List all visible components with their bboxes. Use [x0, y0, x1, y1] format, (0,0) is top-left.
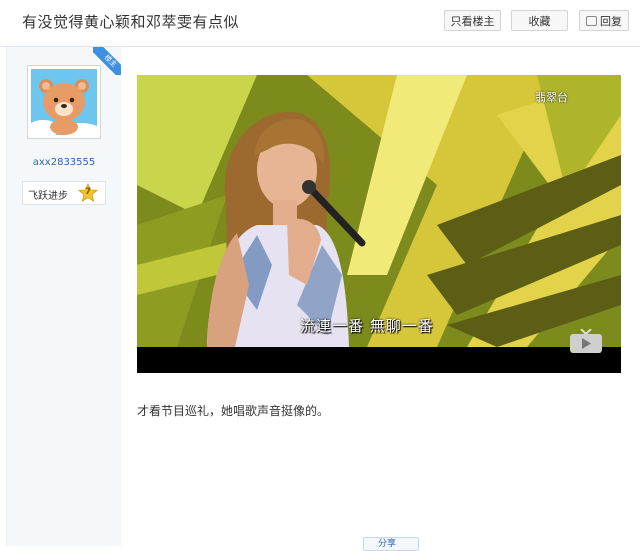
reply-icon: [586, 16, 597, 26]
share-label: 分享: [378, 539, 397, 549]
rank-title: 飞跃进步: [28, 191, 68, 202]
thread-header: 有没觉得黄心颖和邓萃雯有点似 只看楼主 收藏 回复: [0, 0, 640, 47]
reply-button[interactable]: 回复: [579, 10, 629, 31]
channel-label: 翡翠台: [535, 91, 568, 104]
video-subtitle: 流連一番 無聊一番: [300, 317, 434, 335]
embedded-video[interactable]: 翡翠台 流連一番 無聊一番: [137, 75, 621, 373]
post-body: 才看节目巡礼，她唱歌声音挺像的。: [137, 404, 330, 418]
tv-icon[interactable]: [569, 329, 603, 354]
rank-level: 7: [84, 187, 92, 197]
level-star-icon: 7: [77, 182, 99, 203]
author-username[interactable]: axx2833555: [7, 157, 121, 168]
bear-avatar-icon: [31, 69, 97, 135]
share-button[interactable]: 分享: [363, 537, 419, 551]
only-op-button[interactable]: 只看楼主: [444, 10, 501, 31]
author-sidebar: 楼主 axx2833555 飞跃进步 7: [6, 47, 121, 546]
thread-title: 有没觉得黄心颖和邓萃雯有点似: [22, 13, 240, 31]
author-rank: 飞跃进步 7: [22, 181, 106, 205]
reply-label: 回复: [600, 15, 622, 28]
avatar[interactable]: [27, 65, 101, 139]
favorite-button[interactable]: 收藏: [511, 10, 568, 31]
